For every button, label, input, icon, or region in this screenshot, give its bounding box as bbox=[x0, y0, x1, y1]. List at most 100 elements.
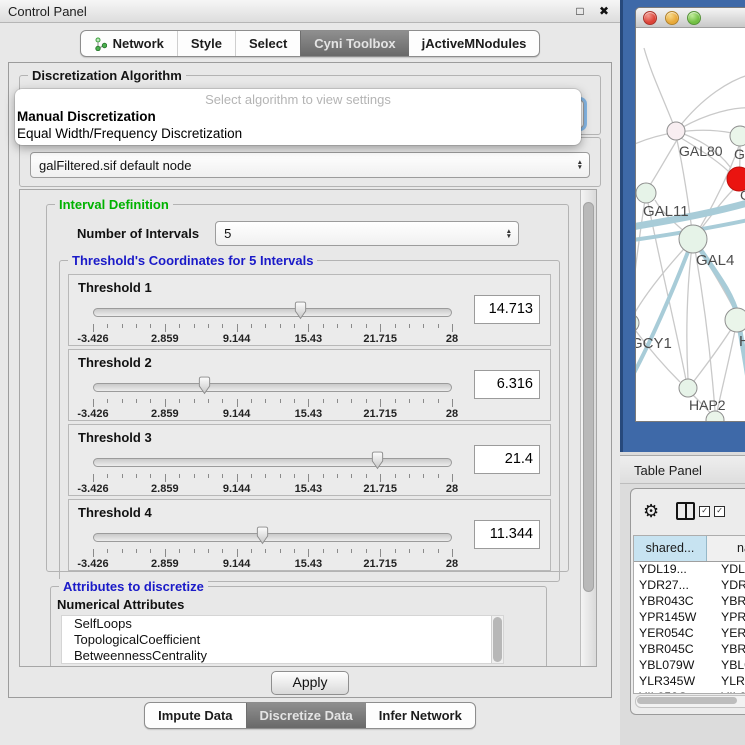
checkbox-icon[interactable]: ✓ bbox=[714, 506, 725, 517]
threshold-label: Threshold 3 bbox=[78, 430, 152, 445]
minimize-traffic-light-icon[interactable] bbox=[665, 11, 679, 25]
cell-shared-name: YDR27... bbox=[634, 578, 711, 594]
slider-tick-label: 9.144 bbox=[223, 483, 251, 495]
node-label-GAL4: GAL4 bbox=[696, 252, 734, 269]
network-window-titlebar bbox=[636, 8, 745, 28]
H-node[interactable] bbox=[725, 308, 745, 332]
network-edge[interactable] bbox=[676, 73, 745, 131]
threshold-1-box: Threshold 1-3.4262.8599.14415.4321.71528… bbox=[68, 274, 551, 346]
cell-shared-name: YIL052C bbox=[634, 690, 711, 694]
numerical-attributes-list: SelfLoopsTopologicalCoefficientBetweenne… bbox=[61, 615, 504, 664]
combo-stepper-icon: ▲▼ bbox=[577, 160, 583, 170]
slider-tick-label: 15.43 bbox=[295, 333, 323, 345]
column-header-name[interactable]: na bbox=[707, 536, 745, 561]
close-icon[interactable]: ✖ bbox=[596, 4, 612, 18]
column-header-shared-name[interactable]: shared... bbox=[634, 536, 707, 561]
threshold-4-box: Threshold 4-3.4262.8599.14415.4321.71528… bbox=[68, 499, 551, 571]
numerical-attributes-label: Numerical Attributes bbox=[57, 597, 546, 612]
algorithm-option-manual[interactable]: Manual Discretization bbox=[15, 108, 581, 125]
slider-track[interactable] bbox=[93, 383, 452, 392]
threshold-value-field[interactable]: 6.316 bbox=[474, 370, 540, 399]
slider-handle[interactable] bbox=[197, 376, 212, 395]
cell-shared-name: YDL19... bbox=[634, 562, 711, 578]
scrollbar-thumb[interactable] bbox=[583, 202, 594, 592]
algorithm-option-equal-width[interactable]: Equal Width/Frequency Discretization bbox=[15, 125, 581, 142]
slider-tick-label: 28 bbox=[446, 483, 458, 495]
node-label-GAL80: GAL80 bbox=[679, 143, 723, 159]
slider-tick-label: 21.715 bbox=[363, 333, 397, 345]
list-scrollbar[interactable] bbox=[491, 616, 503, 663]
tab-discretize-data[interactable]: Discretize Data bbox=[246, 703, 366, 728]
slider-tick-label: 2.859 bbox=[151, 483, 179, 495]
attribute-item[interactable]: SelfLoops bbox=[62, 616, 503, 632]
network-desktop: GAL80GAGAL11CGAL4GCY1HHAP2 bbox=[620, 0, 745, 452]
cell-shared-name: YBR045C bbox=[634, 642, 711, 658]
slider-track[interactable] bbox=[93, 533, 452, 542]
panel-scrollbar[interactable] bbox=[580, 190, 596, 666]
slider-tick-label: 21.715 bbox=[363, 483, 397, 495]
zoom-traffic-light-icon[interactable] bbox=[687, 11, 701, 25]
tab-style[interactable]: Style bbox=[177, 31, 235, 56]
checkbox-icon[interactable]: ✓ bbox=[699, 506, 710, 517]
table-panel-titlebar: Table Panel bbox=[620, 455, 745, 484]
GAL11-node[interactable] bbox=[636, 183, 656, 203]
table-row[interactable]: YIL052CYIL0 bbox=[634, 690, 745, 694]
float-window-icon[interactable]: □ bbox=[572, 4, 588, 18]
slider-track[interactable] bbox=[93, 458, 452, 467]
slider-tick-label: 28 bbox=[446, 333, 458, 345]
apply-button[interactable]: Apply bbox=[271, 671, 348, 695]
number-of-intervals-combobox[interactable]: 5 ▲▼ bbox=[215, 221, 519, 246]
split-columns-icon[interactable] bbox=[676, 502, 695, 520]
node-top-right[interactable] bbox=[730, 126, 745, 146]
tab-impute-data[interactable]: Impute Data bbox=[145, 703, 245, 728]
close-traffic-light-icon[interactable] bbox=[643, 11, 657, 25]
network-edge[interactable] bbox=[687, 239, 693, 379]
threshold-slider: -3.4262.8599.14415.4321.71528 bbox=[93, 524, 452, 568]
GCY1-node[interactable] bbox=[636, 314, 639, 332]
threshold-value-field[interactable]: 11.344 bbox=[474, 520, 540, 549]
attribute-item[interactable]: BetweennessCentrality bbox=[62, 648, 503, 664]
table-row[interactable]: YLR345WYLR3 bbox=[634, 674, 745, 690]
top-tabset: NetworkStyleSelectCyni ToolboxjActiveMNo… bbox=[80, 30, 541, 57]
attribute-item[interactable]: TopologicalCoefficient bbox=[62, 632, 503, 648]
tab-infer-network[interactable]: Infer Network bbox=[366, 703, 475, 728]
cell-shared-name: YLR345W bbox=[634, 674, 711, 690]
cell-shared-name: YBL079W bbox=[634, 658, 711, 674]
HAP2-node[interactable] bbox=[679, 379, 697, 397]
cyni-toolbox-pane: Discretization Algorithm ▲▼ Select algor… bbox=[8, 62, 612, 698]
threshold-value-field[interactable]: 14.713 bbox=[474, 295, 540, 324]
threshold-value-field[interactable]: 21.4 bbox=[474, 445, 540, 474]
table-data-combobox[interactable]: galFiltered.sif default node ▲▼ bbox=[30, 152, 590, 178]
cell-name: YER0 bbox=[711, 626, 745, 642]
slider-tick-label: 21.715 bbox=[363, 408, 397, 420]
algorithm-placeholder-option[interactable]: Select algorithm to view settings bbox=[15, 91, 581, 108]
slider-tick-label: -3.426 bbox=[77, 558, 108, 570]
tab-select[interactable]: Select bbox=[235, 31, 300, 56]
table-row[interactable]: YBR043CYBR0 bbox=[634, 594, 745, 610]
cell-name: YBR0 bbox=[711, 642, 745, 658]
slider-track[interactable] bbox=[93, 308, 452, 317]
table-horizontal-scrollbar[interactable] bbox=[635, 695, 745, 708]
slider-handle[interactable] bbox=[370, 451, 385, 470]
group-label: Threshold's Coordinates for 5 Intervals bbox=[68, 253, 317, 268]
table-panel: ⚙ ✓ ✓ shared...naYDL19...YDL1YDR27...YDR… bbox=[630, 488, 745, 715]
slider-handle[interactable] bbox=[255, 526, 270, 545]
slider-handle[interactable] bbox=[293, 301, 308, 320]
tab-jactivemnodules[interactable]: jActiveMNodules bbox=[409, 31, 540, 56]
tab-cyni-toolbox[interactable]: Cyni Toolbox bbox=[300, 31, 408, 56]
gear-icon[interactable]: ⚙ bbox=[643, 501, 659, 521]
table-row[interactable]: YBL079WYBL0 bbox=[634, 658, 745, 674]
tab-network[interactable]: Network bbox=[81, 31, 177, 56]
table-row[interactable]: YDR27...YDR2 bbox=[634, 578, 745, 594]
network-canvas[interactable]: GAL80GAGAL11CGAL4GCY1HHAP2 bbox=[636, 28, 745, 421]
scrollbar-thumb[interactable] bbox=[637, 697, 737, 704]
network-edge[interactable] bbox=[644, 48, 676, 131]
table-row[interactable]: YPR145WYPR1 bbox=[634, 610, 745, 626]
table-panel-toolbar: ⚙ ✓ ✓ bbox=[631, 497, 725, 525]
network-edge[interactable] bbox=[650, 140, 677, 185]
table-row[interactable]: YBR045CYBR0 bbox=[634, 642, 745, 658]
GAL4-node[interactable] bbox=[679, 225, 707, 253]
table-row[interactable]: YER054CYER0 bbox=[634, 626, 745, 642]
table-row[interactable]: YDL19...YDL1 bbox=[634, 562, 745, 578]
GAL80-node[interactable] bbox=[667, 122, 685, 140]
